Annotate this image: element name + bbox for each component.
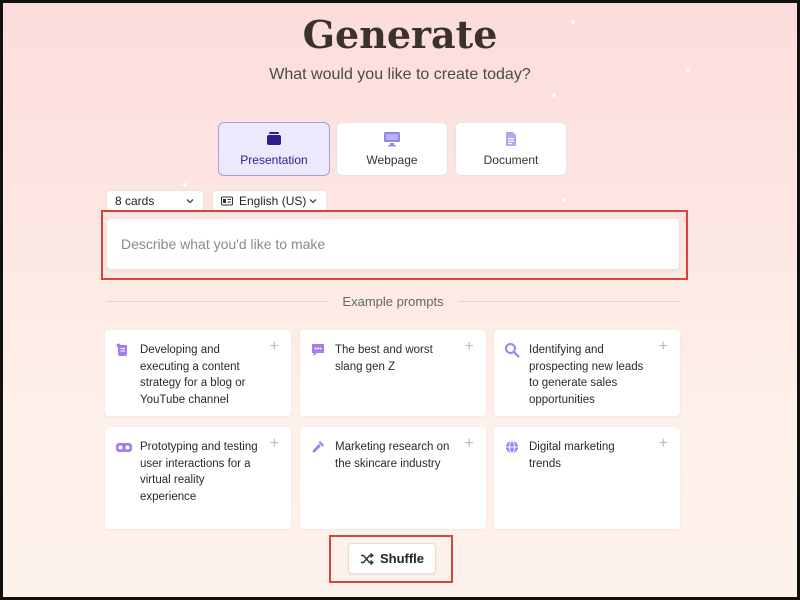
type-card-label: Document — [483, 153, 539, 167]
shuffle-label: Shuffle — [379, 551, 425, 566]
divider — [106, 301, 328, 302]
example-prompt-card[interactable]: The best and worst slang gen Z + — [300, 330, 486, 416]
document-icon — [504, 131, 518, 147]
example-prompt-card[interactable]: Digital marketing trends + — [494, 427, 680, 529]
page-subtitle: What would you like to create today? — [269, 66, 531, 83]
example-prompt-text: Developing and executing a content strat… — [140, 344, 246, 406]
example-prompt-text: Digital marketing trends — [529, 441, 615, 470]
globe-icon — [504, 439, 520, 455]
prompt-input[interactable] — [107, 219, 679, 269]
search-icon — [504, 342, 520, 358]
example-prompt-card[interactable]: Identifying and prospecting new leads to… — [494, 330, 680, 416]
chevron-down-icon — [185, 196, 195, 206]
example-prompt-card[interactable]: Marketing research on the skincare indus… — [300, 427, 486, 529]
plus-icon: + — [658, 435, 668, 452]
cards-count-value: 8 cards — [115, 194, 155, 208]
chevron-down-icon — [308, 196, 318, 206]
example-prompts-heading: Example prompts — [342, 294, 444, 309]
example-prompt-text: Identifying and prospecting new leads to… — [529, 344, 644, 406]
cards-count-dropdown[interactable]: 8 cards — [106, 190, 204, 212]
type-card-webpage[interactable]: Webpage — [336, 122, 448, 176]
type-card-label: Webpage — [366, 153, 418, 167]
page-title: Generate — [302, 12, 498, 57]
scroll-icon — [115, 342, 131, 358]
plus-icon: + — [269, 435, 279, 452]
example-prompt-card[interactable]: Prototyping and testing user interaction… — [105, 427, 291, 529]
divider — [458, 301, 680, 302]
chat-icon — [310, 342, 326, 358]
example-prompt-text: The best and worst slang gen Z — [335, 344, 433, 373]
plus-icon: + — [269, 338, 279, 355]
language-value: English (US) — [239, 194, 307, 208]
example-prompt-text: Prototyping and testing user interaction… — [140, 441, 258, 503]
shuffle-icon — [360, 552, 374, 566]
plus-icon: + — [464, 435, 474, 452]
plus-icon: + — [464, 338, 474, 355]
plus-icon: + — [658, 338, 668, 355]
language-icon — [221, 196, 233, 206]
vr-headset-icon — [115, 439, 133, 455]
dropper-icon — [310, 439, 326, 455]
type-card-presentation[interactable]: Presentation — [218, 122, 330, 176]
sparkle-decoration — [562, 198, 566, 202]
example-prompt-card[interactable]: Developing and executing a content strat… — [105, 330, 291, 416]
language-dropdown[interactable]: English (US) — [212, 190, 327, 212]
type-card-document[interactable]: Document — [455, 122, 567, 176]
type-card-label: Presentation — [240, 153, 308, 167]
shuffle-button[interactable]: Shuffle — [348, 543, 436, 574]
sparkle-decoration — [552, 93, 556, 97]
monitor-icon — [383, 131, 401, 147]
sparkle-decoration — [183, 183, 187, 187]
example-prompt-text: Marketing research on the skincare indus… — [335, 441, 450, 470]
presentation-icon — [266, 131, 282, 147]
